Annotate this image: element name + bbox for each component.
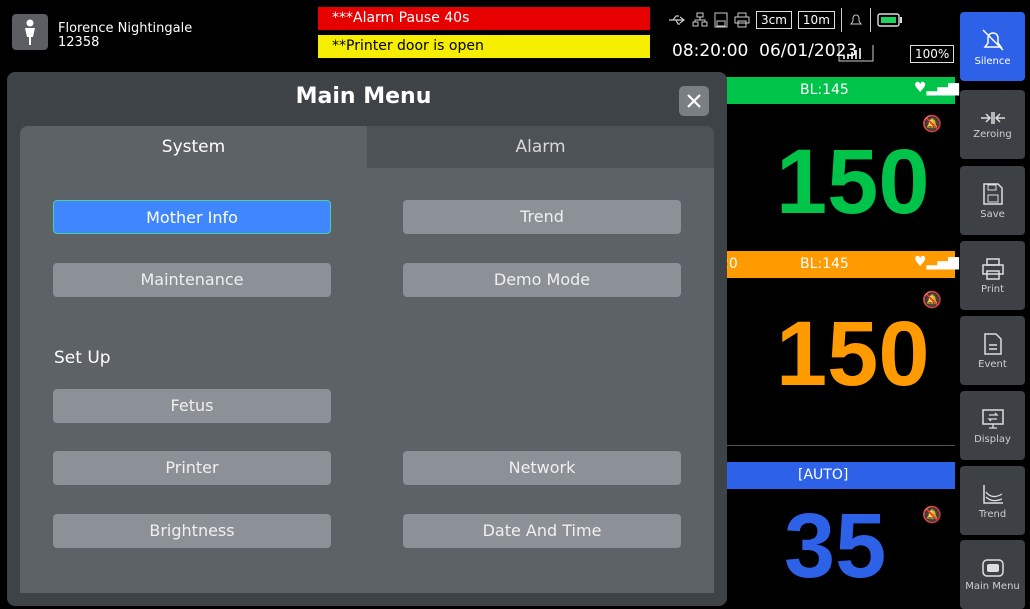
divider bbox=[718, 445, 955, 446]
display-label: Display bbox=[974, 433, 1011, 445]
main-menu-button[interactable]: Main Menu bbox=[960, 540, 1025, 609]
save-icon bbox=[982, 182, 1003, 205]
fetus-button[interactable]: Fetus bbox=[53, 389, 331, 423]
printer-icon bbox=[981, 257, 1004, 280]
speed-3cm-indicator[interactable]: 3cm bbox=[756, 11, 792, 29]
silence-label: Silence bbox=[974, 55, 1011, 67]
document-icon bbox=[983, 332, 1002, 355]
save-button[interactable]: Save bbox=[960, 166, 1025, 235]
demo-mode-button[interactable]: Demo Mode bbox=[403, 263, 681, 297]
fhr1-value[interactable]: 150 bbox=[776, 136, 930, 228]
trend-label: Trend bbox=[978, 508, 1007, 520]
close-button[interactable] bbox=[679, 86, 709, 116]
save-label: Save bbox=[980, 208, 1005, 220]
fhr1-header[interactable]: BL:145 ♥▂▄▆ bbox=[718, 77, 959, 104]
window-10m-indicator[interactable]: 10m bbox=[797, 11, 835, 29]
tab-system[interactable]: System bbox=[20, 126, 367, 168]
mother-info-button[interactable]: Mother Info bbox=[53, 200, 331, 234]
trend-icon bbox=[982, 484, 1003, 504]
fhr1-signal-icon: ♥▂▄▆ bbox=[914, 80, 959, 96]
fhr2-signal-icon: ♥▂▄▆ bbox=[914, 254, 959, 270]
datetime: 08:20:00 06/01/2023 bbox=[672, 41, 857, 61]
patient-icon[interactable] bbox=[12, 14, 48, 50]
display-icon bbox=[981, 408, 1004, 429]
network-button[interactable]: Network bbox=[403, 451, 681, 485]
time: 08:20:00 bbox=[672, 41, 749, 61]
close-icon bbox=[687, 94, 701, 108]
usb-icon bbox=[669, 15, 685, 25]
brightness-button[interactable]: Brightness bbox=[53, 514, 331, 548]
bell-off-icon bbox=[981, 28, 1004, 51]
alarm-pause-banner[interactable]: ***Alarm Pause 40s bbox=[318, 7, 650, 30]
trend-button[interactable]: Trend bbox=[960, 466, 1025, 535]
tab-alarm[interactable]: Alarm bbox=[367, 126, 714, 168]
patient-name[interactable]: Florence Nightingale bbox=[58, 22, 192, 35]
trend-menu-button[interactable]: Trend bbox=[403, 200, 681, 234]
bell-icon bbox=[849, 14, 862, 25]
main-menu-title: Main Menu bbox=[295, 84, 432, 109]
fhr2-baseline: BL:145 bbox=[800, 256, 849, 272]
zeroing-button[interactable]: Zeroing bbox=[960, 90, 1025, 159]
fhr1-baseline: BL:145 bbox=[800, 82, 849, 98]
storage-icon bbox=[714, 12, 728, 28]
zeroing-icon bbox=[980, 111, 1005, 124]
print-label: Print bbox=[980, 283, 1004, 295]
menu-tabs: System Alarm bbox=[20, 126, 714, 168]
printer-status-icon bbox=[734, 12, 750, 28]
printer-door-alarm-banner[interactable]: **Printer door is open bbox=[318, 35, 650, 58]
battery-icon bbox=[877, 13, 902, 27]
menu-icon bbox=[981, 558, 1004, 577]
fhr2-value[interactable]: 150 bbox=[776, 308, 930, 400]
silence-button[interactable]: Silence bbox=[960, 12, 1025, 81]
patient-id[interactable]: 12358 bbox=[58, 36, 99, 49]
fhr2-header[interactable]: 20 BL:145 ♥▂▄▆ bbox=[718, 251, 959, 278]
zeroing-label: Zeroing bbox=[973, 128, 1012, 140]
maintenance-button[interactable]: Maintenance bbox=[53, 263, 331, 297]
main-menu-label: Main Menu bbox=[965, 580, 1020, 592]
date-and-time-button[interactable]: Date And Time bbox=[403, 514, 681, 548]
toco-mode: [AUTO] bbox=[798, 467, 849, 483]
printer-button[interactable]: Printer bbox=[53, 451, 331, 485]
toco-value[interactable]: 35 bbox=[784, 500, 886, 592]
toco-header[interactable]: [AUTO] bbox=[718, 462, 955, 489]
date: 06/01/2023 bbox=[759, 41, 858, 61]
print-button[interactable]: Print bbox=[960, 241, 1025, 310]
toco-alarm-off-icon: 🔕 bbox=[922, 505, 942, 524]
setup-section-label: Set Up bbox=[54, 348, 111, 368]
status-icons: 3cm 10m bbox=[668, 8, 903, 32]
display-button[interactable]: Display bbox=[960, 391, 1025, 460]
battery-percent: 100% bbox=[910, 45, 955, 63]
event-button[interactable]: Event bbox=[960, 316, 1025, 385]
network-icon bbox=[692, 12, 708, 27]
event-label: Event bbox=[978, 358, 1007, 370]
